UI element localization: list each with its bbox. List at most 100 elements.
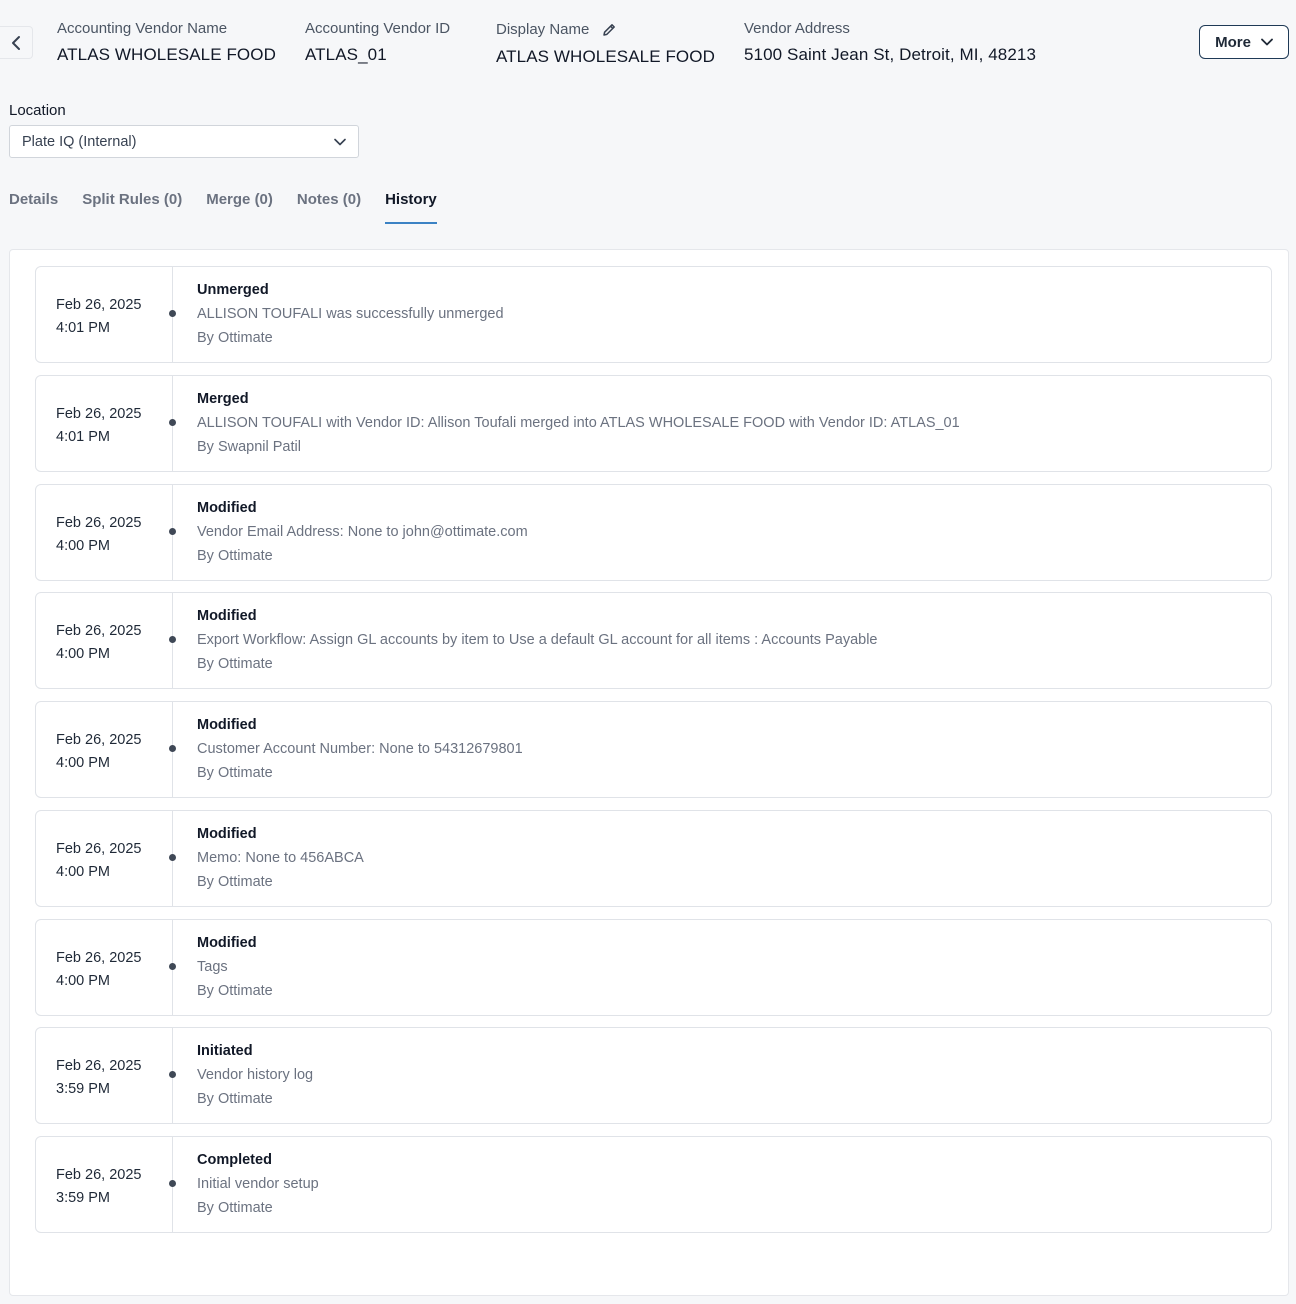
history-entry-time: 4:00 PM — [56, 538, 110, 554]
vendor-id-label: Accounting Vendor ID — [305, 20, 451, 37]
history-entry-title: Initiated — [197, 1043, 253, 1059]
timeline-dot — [169, 636, 176, 643]
more-button-label: More — [1215, 33, 1251, 51]
history-entry-time: 4:00 PM — [56, 864, 110, 880]
vendor-address-value: 5100 Saint Jean St, Detroit, MI, 48213 — [744, 45, 1037, 64]
history-entry-datetime: Feb 26, 2025 4:01 PM — [56, 403, 141, 449]
history-entry-author: By Ottimate — [197, 656, 273, 672]
vendor-id-value: ATLAS_01 — [305, 45, 387, 64]
history-entry: Feb 26, 2025 4:00 PM Modified Memo: None… — [35, 810, 1272, 907]
history-entry-time: 3:59 PM — [56, 1190, 110, 1206]
history-entry-time: 3:59 PM — [56, 1081, 110, 1097]
history-entry-datetime: Feb 26, 2025 3:59 PM — [56, 1055, 141, 1101]
vendor-id-field: Accounting Vendor ID ATLAS_01 — [305, 20, 450, 65]
timeline-dot — [169, 854, 176, 861]
history-entry-time: 4:00 PM — [56, 755, 110, 771]
tab-notes[interactable]: Notes (0) — [297, 190, 361, 224]
history-entry-title: Modified — [197, 935, 257, 951]
vendor-detail-page: Accounting Vendor Name ATLAS WHOLESALE F… — [0, 0, 1296, 1304]
display-name-value: ATLAS WHOLESALE FOOD — [496, 47, 715, 66]
history-entry-body: Completed Initial vendor setup By Ottima… — [197, 1150, 319, 1218]
history-entry-date: Feb 26, 2025 — [56, 406, 142, 422]
timeline-dot — [169, 419, 176, 426]
history-entry: Feb 26, 2025 4:00 PM Modified Tags By Ot… — [35, 919, 1272, 1016]
history-entry-author: By Ottimate — [197, 983, 273, 999]
history-entry-time: 4:00 PM — [56, 646, 110, 662]
history-entry-author: By Ottimate — [197, 1091, 273, 1107]
history-entry: Feb 26, 2025 4:00 PM Modified Export Wor… — [35, 592, 1272, 689]
location-label: Location — [9, 102, 66, 119]
history-entry: Feb 26, 2025 3:59 PM Initiated Vendor hi… — [35, 1027, 1272, 1124]
history-entry-title: Modified — [197, 500, 257, 516]
history-entry-body: Unmerged ALLISON TOUFALI was successfull… — [197, 280, 504, 348]
history-entry-body: Initiated Vendor history log By Ottimate — [197, 1041, 313, 1109]
history-entry-description: Customer Account Number: None to 5431267… — [197, 741, 523, 757]
history-entry-description: Export Workflow: Assign GL accounts by i… — [197, 632, 878, 648]
tab-history[interactable]: History — [385, 190, 437, 224]
history-entry-body: Modified Customer Account Number: None t… — [197, 715, 523, 783]
chevron-down-icon — [334, 138, 346, 145]
history-entry-time: 4:01 PM — [56, 320, 110, 336]
history-entry-datetime: Feb 26, 2025 4:00 PM — [56, 512, 141, 558]
tab-merge[interactable]: Merge (0) — [206, 190, 273, 224]
display-name-label-row: Display Name — [496, 20, 715, 40]
history-entry-title: Unmerged — [197, 282, 269, 298]
history-entry-date: Feb 26, 2025 — [56, 732, 142, 748]
history-entry-author: By Ottimate — [197, 765, 273, 781]
history-entry-author: By Ottimate — [197, 1200, 273, 1216]
history-entry-author: By Ottimate — [197, 874, 273, 890]
history-entry-body: Modified Tags By Ottimate — [197, 933, 273, 1001]
history-entry-author: By Ottimate — [197, 548, 273, 564]
vendor-name-label: Accounting Vendor Name — [57, 20, 228, 37]
history-panel: Feb 26, 2025 4:01 PM Unmerged ALLISON TO… — [9, 249, 1289, 1296]
history-entry-date: Feb 26, 2025 — [56, 297, 142, 313]
history-entry-datetime: Feb 26, 2025 4:00 PM — [56, 620, 141, 666]
tab-details[interactable]: Details — [9, 190, 58, 224]
history-entry-datetime: Feb 26, 2025 4:00 PM — [56, 729, 141, 775]
history-entry: Feb 26, 2025 3:59 PM Completed Initial v… — [35, 1136, 1272, 1233]
history-entry-body: Merged ALLISON TOUFALI with Vendor ID: A… — [197, 389, 960, 457]
history-entry-title: Modified — [197, 717, 257, 733]
vendor-name-value: ATLAS WHOLESALE FOOD — [57, 45, 276, 64]
history-entry: Feb 26, 2025 4:01 PM Merged ALLISON TOUF… — [35, 375, 1272, 472]
edit-display-name-button[interactable] — [599, 20, 619, 40]
history-entry-title: Modified — [197, 608, 257, 624]
history-entry-time: 4:00 PM — [56, 973, 110, 989]
display-name-field: Display Name ATLAS WHOLESALE FOOD — [496, 20, 715, 67]
display-name-label: Display Name — [496, 21, 590, 38]
tab-split-rules[interactable]: Split Rules (0) — [82, 190, 182, 224]
history-entry-date: Feb 26, 2025 — [56, 950, 142, 966]
history-entry-body: Modified Export Workflow: Assign GL acco… — [197, 606, 877, 674]
chevron-left-icon — [12, 35, 20, 50]
back-button[interactable] — [0, 26, 33, 59]
timeline-dot — [169, 310, 176, 317]
tab-bar: Details Split Rules (0) Merge (0) Notes … — [9, 190, 461, 224]
history-entry-title: Modified — [197, 826, 257, 842]
history-entry-author: By Ottimate — [197, 330, 273, 346]
more-button[interactable]: More — [1199, 25, 1289, 59]
vendor-address-label: Vendor Address — [744, 20, 850, 37]
history-entry-title: Merged — [197, 391, 249, 407]
history-entry-time: 4:01 PM — [56, 429, 110, 445]
history-entry-body: Modified Memo: None to 456ABCA By Ottima… — [197, 824, 364, 892]
history-entry-description: Memo: None to 456ABCA — [197, 850, 364, 866]
location-select[interactable]: Plate IQ (Internal) — [9, 125, 359, 158]
history-entry: Feb 26, 2025 4:01 PM Unmerged ALLISON TO… — [35, 266, 1272, 363]
history-entry-description: Initial vendor setup — [197, 1176, 319, 1192]
history-entry-date: Feb 26, 2025 — [56, 1167, 142, 1183]
vendor-name-field: Accounting Vendor Name ATLAS WHOLESALE F… — [57, 20, 276, 65]
history-entry-datetime: Feb 26, 2025 4:00 PM — [56, 838, 141, 884]
history-entry-date: Feb 26, 2025 — [56, 841, 142, 857]
history-entry-description: ALLISON TOUFALI with Vendor ID: Allison … — [197, 415, 960, 431]
timeline-dot — [169, 1180, 176, 1187]
history-entry-title: Completed — [197, 1152, 272, 1168]
location-select-value: Plate IQ (Internal) — [22, 133, 137, 150]
history-entry-description: ALLISON TOUFALI was successfully unmerge… — [197, 306, 504, 322]
history-entry-date: Feb 26, 2025 — [56, 623, 142, 639]
history-entry-date: Feb 26, 2025 — [56, 515, 142, 531]
history-entry-date: Feb 26, 2025 — [56, 1058, 142, 1074]
timeline-dot — [169, 1071, 176, 1078]
vendor-address-field: Vendor Address 5100 Saint Jean St, Detro… — [744, 20, 1036, 65]
history-entry-author: By Swapnil Patil — [197, 439, 301, 455]
history-entry-description: Vendor Email Address: None to john@ottim… — [197, 524, 528, 540]
